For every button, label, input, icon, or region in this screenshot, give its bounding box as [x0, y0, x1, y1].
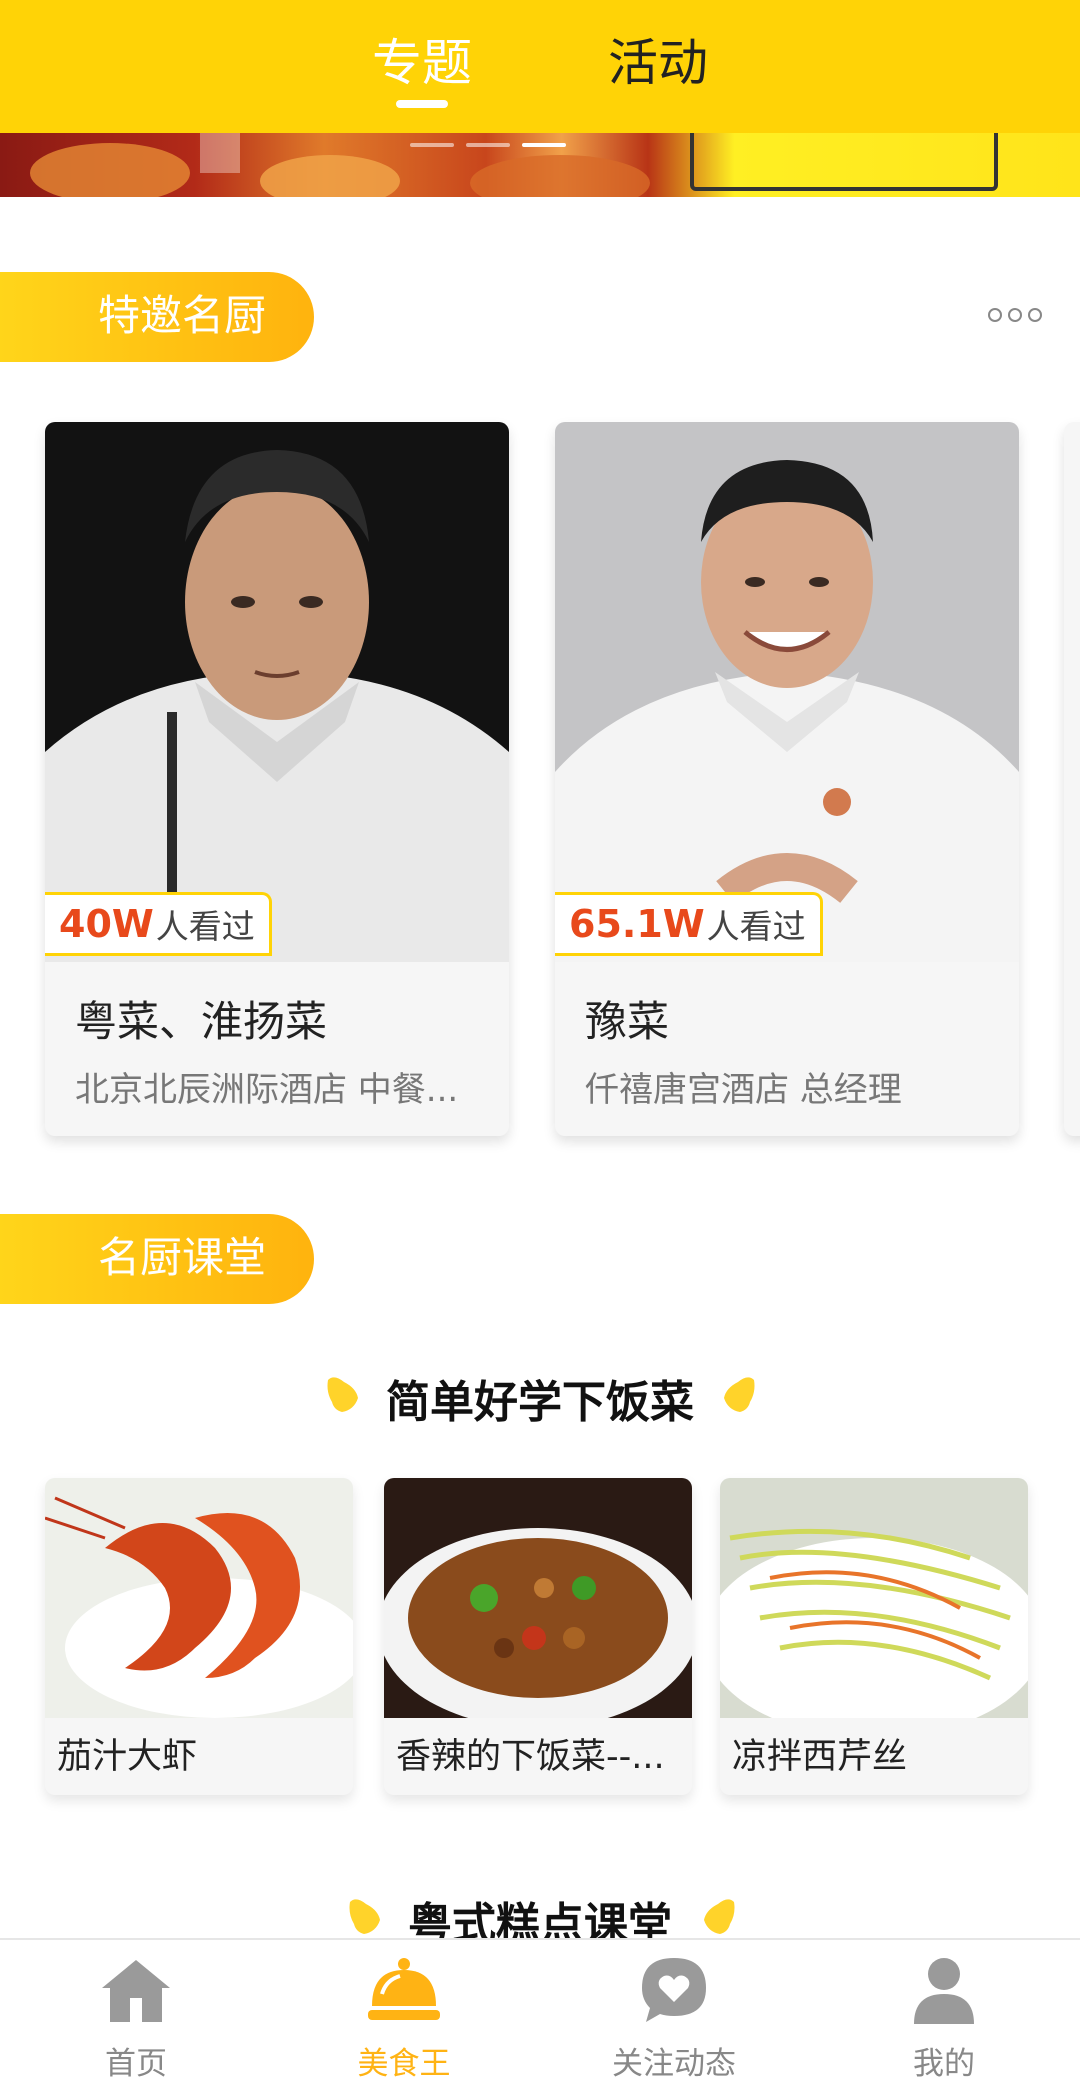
recipe-card[interactable]: 香辣的下饭菜--...	[384, 1478, 692, 1795]
banner-dot[interactable]	[410, 143, 454, 147]
promo-banner[interactable]	[0, 133, 1080, 197]
chef-cuisine: 粤菜、淮扬菜	[75, 997, 328, 1046]
chef-portrait-icon	[45, 422, 509, 962]
heart-chat-icon	[642, 1958, 706, 2022]
recipe-title: 茄汁大虾	[57, 1737, 198, 1777]
recipe-card[interactable]: 凉拌西芹丝	[720, 1478, 1028, 1795]
nav-profile-label: 我的	[913, 2046, 975, 2082]
banner-offer-frame	[690, 133, 998, 191]
chef-portrait-icon	[555, 422, 1019, 962]
recipe-photo	[45, 1478, 353, 1718]
banner-pager	[410, 143, 566, 147]
food-cloche-icon	[368, 1958, 440, 2020]
chef-photo	[45, 422, 509, 962]
nav-following[interactable]: 关注动态	[574, 1954, 774, 2084]
page: 专题 活动 特邀名厨 40W 人看过 粤菜、淮扬菜 北京北辰洲际酒店 中餐...…	[0, 0, 1080, 2091]
banner-dot-active[interactable]	[522, 143, 566, 147]
recipe-photo	[720, 1478, 1028, 1718]
nav-profile[interactable]: 我的	[844, 1954, 1044, 2084]
views-badge: 40W 人看过	[45, 892, 272, 956]
tab-topics[interactable]: 专题	[372, 28, 472, 98]
bottom-nav: 首页 美食王 关注动态 我的	[0, 1938, 1080, 2091]
nav-following-label: 关注动态	[612, 2046, 736, 2082]
celery-salad-icon	[720, 1478, 1028, 1718]
recipe-photo	[384, 1478, 692, 1718]
section-title-classroom-label: 名厨课堂	[98, 1233, 267, 1282]
top-header: 专题 活动	[0, 0, 1080, 133]
profile-icon	[914, 1958, 974, 2024]
views-badge: 65.1W 人看过	[555, 892, 823, 956]
heart-decoration-icon	[724, 1377, 755, 1412]
nav-food-king[interactable]: 美食王	[304, 1954, 504, 2084]
section-title-chefs: 特邀名厨	[0, 272, 314, 362]
home-icon	[102, 1960, 170, 2022]
views-label: 人看过	[155, 907, 255, 946]
banner-dot[interactable]	[466, 143, 510, 147]
chef-hotel: 仟禧唐宫酒店 总经理	[585, 1070, 902, 1110]
heart-decoration-icon	[704, 1899, 735, 1934]
nav-home-label: 首页	[105, 2046, 167, 2082]
more-dots-icon[interactable]	[988, 308, 1042, 322]
views-count: 40W	[59, 902, 154, 946]
chef-cuisine: 豫菜	[585, 997, 670, 1046]
nav-home[interactable]: 首页	[36, 1954, 236, 2084]
spicy-stir-fry-icon	[384, 1478, 692, 1718]
section-title-classroom: 名厨课堂	[0, 1214, 314, 1304]
section-title-chefs-label: 特邀名厨	[98, 291, 267, 340]
recipe-title: 香辣的下饭菜--...	[396, 1737, 665, 1777]
chef-card[interactable]: 65.1W 人看过 豫菜 仟禧唐宫酒店 总经理	[555, 422, 1019, 1136]
tab-active-indicator	[396, 100, 448, 108]
chef-hotel: 北京北辰洲际酒店 中餐...	[75, 1070, 459, 1110]
recipe-title: 凉拌西芹丝	[732, 1737, 908, 1777]
chef-card[interactable]: 40W 人看过 粤菜、淮扬菜 北京北辰洲际酒店 中餐...	[45, 422, 509, 1136]
tab-activities[interactable]: 活动	[608, 28, 708, 98]
nav-food-king-label: 美食王	[357, 2046, 451, 2082]
recipe-card[interactable]: 茄汁大虾	[45, 1478, 353, 1795]
views-count: 65.1W	[569, 902, 705, 946]
lesson-group-heading: 简单好学下饭菜	[386, 1377, 694, 1428]
braised-prawns-icon	[45, 1478, 353, 1718]
chef-photo	[555, 422, 1019, 962]
views-label: 人看过	[706, 907, 806, 946]
chef-card-peek[interactable]	[1064, 422, 1080, 1136]
